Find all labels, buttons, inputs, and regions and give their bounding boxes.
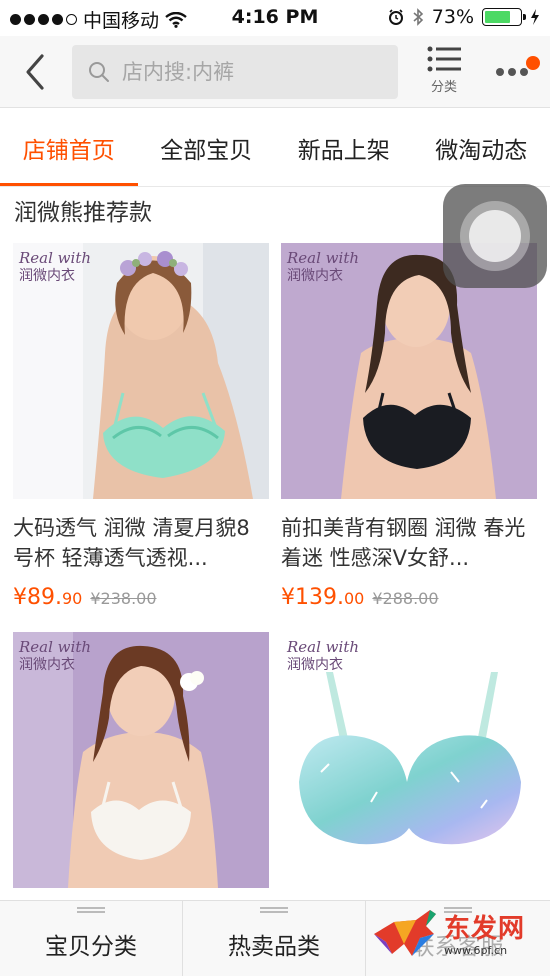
status-right: 73%	[388, 6, 540, 28]
deer-logo-icon	[374, 910, 436, 956]
bluetooth-icon	[413, 8, 423, 26]
tab-weitao-feed[interactable]: 微淘动态	[413, 109, 550, 186]
nav-bar: 分类	[0, 36, 550, 108]
list-icon	[427, 46, 461, 72]
back-button[interactable]	[18, 52, 52, 92]
original-price: ¥288.00	[372, 589, 439, 608]
brand-logo: Real with 润微内衣	[19, 249, 92, 284]
brand-logo: Real with 润微内衣	[287, 249, 360, 284]
search-input[interactable]	[122, 60, 382, 84]
product-title[interactable]: 前扣美背有钢圈 润微 春光着迷 性感深V女舒...	[281, 513, 537, 573]
category-button[interactable]: 分类	[418, 46, 470, 102]
price-row: ¥89.90 ¥238.00	[13, 585, 269, 610]
original-price: ¥238.00	[90, 589, 157, 608]
product-card[interactable]: Real with 润微内衣 大码透气 润微 清夏月貌8号杯 轻薄透气透视...…	[13, 243, 269, 610]
section-title: 润微熊推荐款	[14, 200, 152, 226]
battery-percent: 73%	[431, 6, 474, 28]
notification-dot	[526, 56, 540, 70]
price-row: ¥139.00 ¥288.00	[281, 585, 537, 610]
category-label: 分类	[430, 80, 457, 95]
search-icon	[89, 62, 109, 82]
site-watermark: 东发网 www.6pf.cn	[364, 900, 546, 970]
product-title[interactable]: 大码透气 润微 清夏月貌8号杯 轻薄透气透视...	[13, 513, 269, 573]
menu-handle-icon	[77, 907, 105, 913]
charging-icon	[531, 9, 539, 25]
battery-icon	[482, 8, 526, 26]
shop-tabs: 店铺首页 全部宝贝 新品上架 微淘动态	[0, 109, 550, 187]
menu-handle-icon	[260, 907, 288, 913]
status-bar: 中国移动 4:16 PM 73%	[0, 0, 550, 36]
bottom-item-categories[interactable]: 宝贝分类	[0, 901, 183, 976]
product-price: ¥139.00	[281, 585, 365, 610]
product-image[interactable]: Real with 润微内衣	[281, 632, 537, 888]
bottom-item-hot-categories[interactable]: 热卖品类	[183, 901, 366, 976]
tab-new-arrivals[interactable]: 新品上架	[275, 109, 413, 186]
product-card[interactable]: Real with 润微内衣	[281, 632, 537, 888]
tab-shop-home[interactable]: 店铺首页	[0, 109, 138, 186]
battery-level	[485, 11, 510, 23]
back-icon	[26, 54, 44, 90]
more-icon	[496, 68, 528, 76]
brand-logo: Real with 润微内衣	[287, 638, 360, 673]
product-image[interactable]: Real with 润微内衣	[13, 632, 269, 888]
search-box[interactable]	[72, 45, 398, 99]
assistive-touch-button[interactable]	[443, 184, 547, 288]
more-button[interactable]	[494, 50, 544, 94]
product-price: ¥89.90	[13, 585, 83, 610]
brand-logo: Real with 润微内衣	[19, 638, 92, 673]
tab-all-items[interactable]: 全部宝贝	[138, 109, 276, 186]
product-card[interactable]: Real with 润微内衣	[13, 632, 269, 888]
alarm-icon	[388, 9, 403, 25]
bottom-bar: 宝贝分类 热卖品类 联系客服 东发网 www.6pf.cn	[0, 900, 550, 976]
product-card[interactable]: Real with 润微内衣 前扣美背有钢圈 润微 春光着迷 性感深V女舒...…	[281, 243, 537, 610]
product-image[interactable]: Real with 润微内衣	[13, 243, 269, 499]
